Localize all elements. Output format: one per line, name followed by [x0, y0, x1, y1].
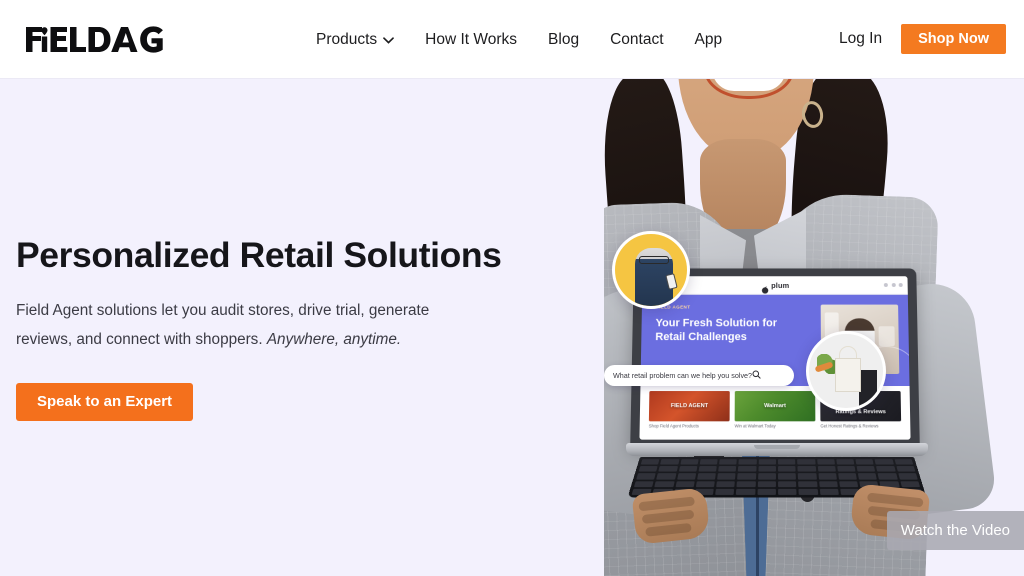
watch-video-button[interactable]: Watch the Video	[886, 511, 1024, 550]
card-image: FIELD AGENT	[648, 391, 730, 422]
shelf-item	[878, 326, 895, 347]
plum-brand-text: plum	[771, 280, 790, 290]
plum-brand: plum	[761, 280, 790, 294]
window-dot	[898, 283, 903, 287]
nav-item-contact[interactable]: Contact	[610, 30, 663, 50]
window-dot	[891, 283, 896, 287]
search-input[interactable]: What retail problem can we help you solv…	[604, 365, 794, 386]
hero-section: Personalized Retail Solutions Field Agen…	[0, 79, 1024, 576]
card-caption: Shop Field Agent Products	[648, 423, 699, 429]
hero-description-emphasis: Anywhere, anytime.	[266, 330, 402, 348]
search-icon[interactable]	[752, 370, 785, 381]
nav-label-contact: Contact	[610, 31, 664, 48]
window-controls	[883, 283, 903, 287]
keyboard-row	[636, 473, 918, 480]
card-label: Walmart	[763, 402, 787, 409]
shopper-leg	[859, 370, 877, 408]
primary-navigation: Products How It Works Blog Contact App	[316, 30, 722, 50]
plum-logo-icon	[761, 281, 769, 294]
chevron-down-icon	[383, 36, 395, 44]
card-image: Walmart	[734, 391, 816, 422]
page-title: Personalized Retail Solutions	[16, 235, 502, 275]
laptop-base-notch	[754, 445, 800, 449]
nav-label-app: App	[694, 31, 723, 48]
site-header: FiELD AGENT Products How It Works Blog C…	[0, 0, 1024, 79]
card-caption: Win at Walmart Today	[734, 423, 776, 429]
product-photo-circle	[806, 331, 886, 411]
window-dot	[883, 283, 888, 287]
hero-image: plum FIELD AGENT Your Fresh Solution for…	[604, 79, 1024, 576]
site-logo[interactable]: FiELD AGENT	[26, 24, 172, 54]
site-headline: Your Fresh Solution for Retail Challenge…	[655, 317, 778, 344]
avatar	[612, 231, 690, 309]
tote-bag	[835, 358, 861, 392]
hero-description: Field Agent solutions let you audit stor…	[16, 297, 466, 354]
nav-item-products[interactable]: Products	[316, 30, 395, 50]
keyboard-row	[638, 466, 916, 472]
keyboard-row	[640, 459, 914, 465]
search-placeholder-text: What retail problem can we help you solv…	[613, 371, 753, 380]
login-link[interactable]: Log In	[839, 30, 882, 48]
header-actions: Log In Shop Now	[839, 24, 1006, 54]
nav-item-app[interactable]: App	[695, 30, 723, 50]
nav-label-blog: Blog	[548, 31, 580, 48]
nav-label-how-it-works: How It Works	[425, 31, 518, 48]
hero-copy: Personalized Retail Solutions Field Agen…	[16, 235, 502, 422]
shop-now-button[interactable]: Shop Now	[901, 24, 1006, 54]
speak-to-expert-button[interactable]: Speak to an Expert	[16, 383, 194, 422]
glasses-icon	[639, 256, 669, 264]
list-item[interactable]: FIELD AGENT Shop Field Agent Products	[649, 391, 730, 440]
nav-label-products: Products	[316, 31, 378, 48]
nav-item-blog[interactable]: Blog	[548, 30, 579, 50]
card-caption: Get Honest Ratings & Reviews	[820, 423, 879, 429]
list-item[interactable]: Walmart Win at Walmart Today	[735, 391, 816, 440]
nav-item-how-it-works[interactable]: How It Works	[425, 30, 517, 50]
card-label: FIELD AGENT	[670, 402, 709, 409]
